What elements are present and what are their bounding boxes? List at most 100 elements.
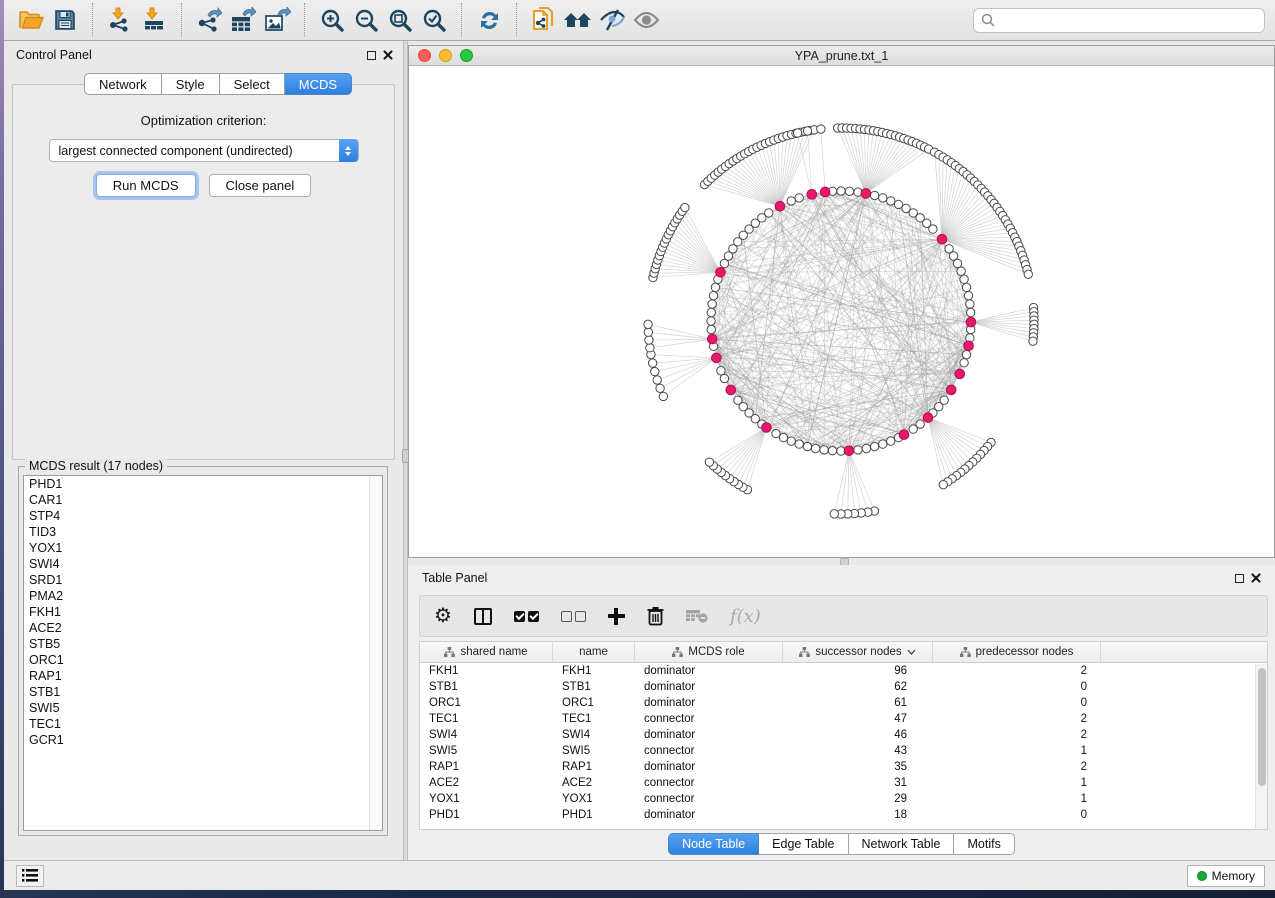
- memory-button[interactable]: Memory: [1187, 865, 1265, 887]
- cell-shared-name[interactable]: STB1: [420, 681, 553, 693]
- mcds-result-item[interactable]: GCR1: [24, 732, 382, 748]
- mcds-hub-node[interactable]: [946, 385, 956, 395]
- cell-shared-name[interactable]: ACE2: [420, 777, 553, 789]
- cell-predecessor-nodes[interactable]: 1: [933, 777, 1101, 789]
- cell-predecessor-nodes[interactable]: 1: [933, 793, 1101, 805]
- export-image-icon[interactable]: [260, 4, 294, 36]
- cell-predecessor-nodes[interactable]: 2: [933, 713, 1101, 725]
- mcds-hub-node[interactable]: [861, 189, 871, 199]
- table-row[interactable]: STB1STB1dominator620: [420, 679, 1267, 695]
- tab-motifs[interactable]: Motifs: [954, 833, 1014, 855]
- clone-network-icon[interactable]: [527, 4, 561, 36]
- export-table-icon[interactable]: [226, 4, 260, 36]
- close-table-panel-icon[interactable]: [1251, 573, 1261, 583]
- search-input[interactable]: [973, 8, 1265, 33]
- export-network-icon[interactable]: [192, 4, 226, 36]
- mcds-result-item[interactable]: SRD1: [24, 572, 382, 588]
- cell-shared-name[interactable]: YOX1: [420, 793, 553, 805]
- mcds-hub-node[interactable]: [807, 190, 817, 200]
- tab-network-table[interactable]: Network Table: [849, 833, 955, 855]
- table-row[interactable]: ORC1ORC1dominator610: [420, 695, 1267, 711]
- cell-MCDS-role[interactable]: connector: [635, 745, 783, 757]
- column-header-predecessor-nodes[interactable]: predecessor nodes: [933, 642, 1101, 662]
- cell-MCDS-role[interactable]: connector: [635, 793, 783, 805]
- mcds-hub-node[interactable]: [844, 446, 854, 456]
- cell-predecessor-nodes[interactable]: 1: [933, 745, 1101, 757]
- mcds-result-item[interactable]: ACE2: [24, 620, 382, 636]
- column-header-successor-nodes[interactable]: successor nodes: [783, 642, 933, 662]
- tab-style[interactable]: Style: [162, 73, 220, 95]
- float-table-panel-icon[interactable]: [1235, 574, 1244, 583]
- table-row[interactable]: RAP1RAP1dominator352: [420, 759, 1267, 775]
- mcds-hub-node[interactable]: [899, 430, 909, 440]
- cell-predecessor-nodes[interactable]: 0: [933, 809, 1101, 821]
- cell-successor-nodes[interactable]: 61: [783, 697, 933, 709]
- cell-MCDS-role[interactable]: dominator: [635, 761, 783, 773]
- mcds-result-item[interactable]: PMA2: [24, 588, 382, 604]
- mcds-result-item[interactable]: YOX1: [24, 540, 382, 556]
- tab-edge-table[interactable]: Edge Table: [759, 833, 848, 855]
- mcds-hub-node[interactable]: [726, 385, 736, 395]
- mcds-result-item[interactable]: PHD1: [24, 476, 382, 492]
- cell-MCDS-role[interactable]: connector: [635, 777, 783, 789]
- mcds-result-item[interactable]: STB5: [24, 636, 382, 652]
- tab-mcds[interactable]: MCDS: [285, 73, 352, 95]
- cell-name[interactable]: PHD1: [553, 809, 635, 821]
- mcds-hub-node[interactable]: [820, 187, 830, 197]
- zoom-selected-icon[interactable]: [417, 4, 451, 36]
- cell-MCDS-role[interactable]: dominator: [635, 729, 783, 741]
- column-header-MCDS-role[interactable]: MCDS role: [635, 642, 783, 662]
- table-scrollbar[interactable]: [1255, 664, 1267, 829]
- cell-shared-name[interactable]: TEC1: [420, 713, 553, 725]
- table-settings-icon[interactable]: ⚙: [434, 606, 452, 626]
- cell-successor-nodes[interactable]: 31: [783, 777, 933, 789]
- mcds-result-item[interactable]: STP4: [24, 508, 382, 524]
- add-column-icon[interactable]: [608, 608, 625, 625]
- horizontal-splitter[interactable]: [408, 558, 1275, 565]
- cell-shared-name[interactable]: SWI5: [420, 745, 553, 757]
- network-window-titlebar[interactable]: YPA_prune.txt_1: [409, 46, 1274, 66]
- cell-name[interactable]: TEC1: [553, 713, 635, 725]
- cell-MCDS-role[interactable]: dominator: [635, 809, 783, 821]
- cell-shared-name[interactable]: PHD1: [420, 809, 553, 821]
- table-row[interactable]: ACE2ACE2connector311: [420, 775, 1267, 791]
- mcds-hub-node[interactable]: [966, 317, 976, 327]
- cell-shared-name[interactable]: SWI4: [420, 729, 553, 741]
- cell-MCDS-role[interactable]: connector: [635, 713, 783, 725]
- column-header-name[interactable]: name: [553, 642, 635, 662]
- cell-successor-nodes[interactable]: 43: [783, 745, 933, 757]
- mcds-hub-node[interactable]: [964, 341, 974, 351]
- cell-name[interactable]: FKH1: [553, 665, 635, 677]
- mcds-result-item[interactable]: ORC1: [24, 652, 382, 668]
- mcds-hub-node[interactable]: [937, 234, 947, 244]
- cell-name[interactable]: ORC1: [553, 697, 635, 709]
- delete-column-icon[interactable]: [647, 606, 664, 626]
- mcds-result-item[interactable]: SWI5: [24, 700, 382, 716]
- mcds-result-item[interactable]: FKH1: [24, 604, 382, 620]
- run-mcds-button[interactable]: Run MCDS: [96, 174, 196, 197]
- optimization-criterion-select[interactable]: largest connected component (undirected): [49, 139, 359, 162]
- cell-shared-name[interactable]: FKH1: [420, 665, 553, 677]
- mcds-result-item[interactable]: STB1: [24, 684, 382, 700]
- mcds-result-item[interactable]: TEC1: [24, 716, 382, 732]
- tab-select[interactable]: Select: [220, 73, 285, 95]
- cell-predecessor-nodes[interactable]: 2: [933, 761, 1101, 773]
- table-row[interactable]: PHD1PHD1dominator180: [420, 807, 1267, 823]
- cell-successor-nodes[interactable]: 46: [783, 729, 933, 741]
- cell-successor-nodes[interactable]: 62: [783, 681, 933, 693]
- table-row[interactable]: FKH1FKH1dominator962: [420, 663, 1267, 679]
- cell-name[interactable]: SWI5: [553, 745, 635, 757]
- close-panel-icon[interactable]: [383, 50, 393, 60]
- mcds-hub-node[interactable]: [716, 268, 726, 278]
- mcds-hub-node[interactable]: [707, 334, 717, 344]
- table-row[interactable]: SWI5SWI5connector431: [420, 743, 1267, 759]
- cell-successor-nodes[interactable]: 47: [783, 713, 933, 725]
- deselect-all-icon[interactable]: [561, 611, 586, 622]
- open-file-icon[interactable]: [14, 4, 48, 36]
- cell-successor-nodes[interactable]: 18: [783, 809, 933, 821]
- import-network-icon[interactable]: [103, 4, 137, 36]
- mcds-result-item[interactable]: SWI4: [24, 556, 382, 572]
- cell-successor-nodes[interactable]: 35: [783, 761, 933, 773]
- zoom-out-icon[interactable]: [349, 4, 383, 36]
- columns-icon[interactable]: [474, 608, 492, 625]
